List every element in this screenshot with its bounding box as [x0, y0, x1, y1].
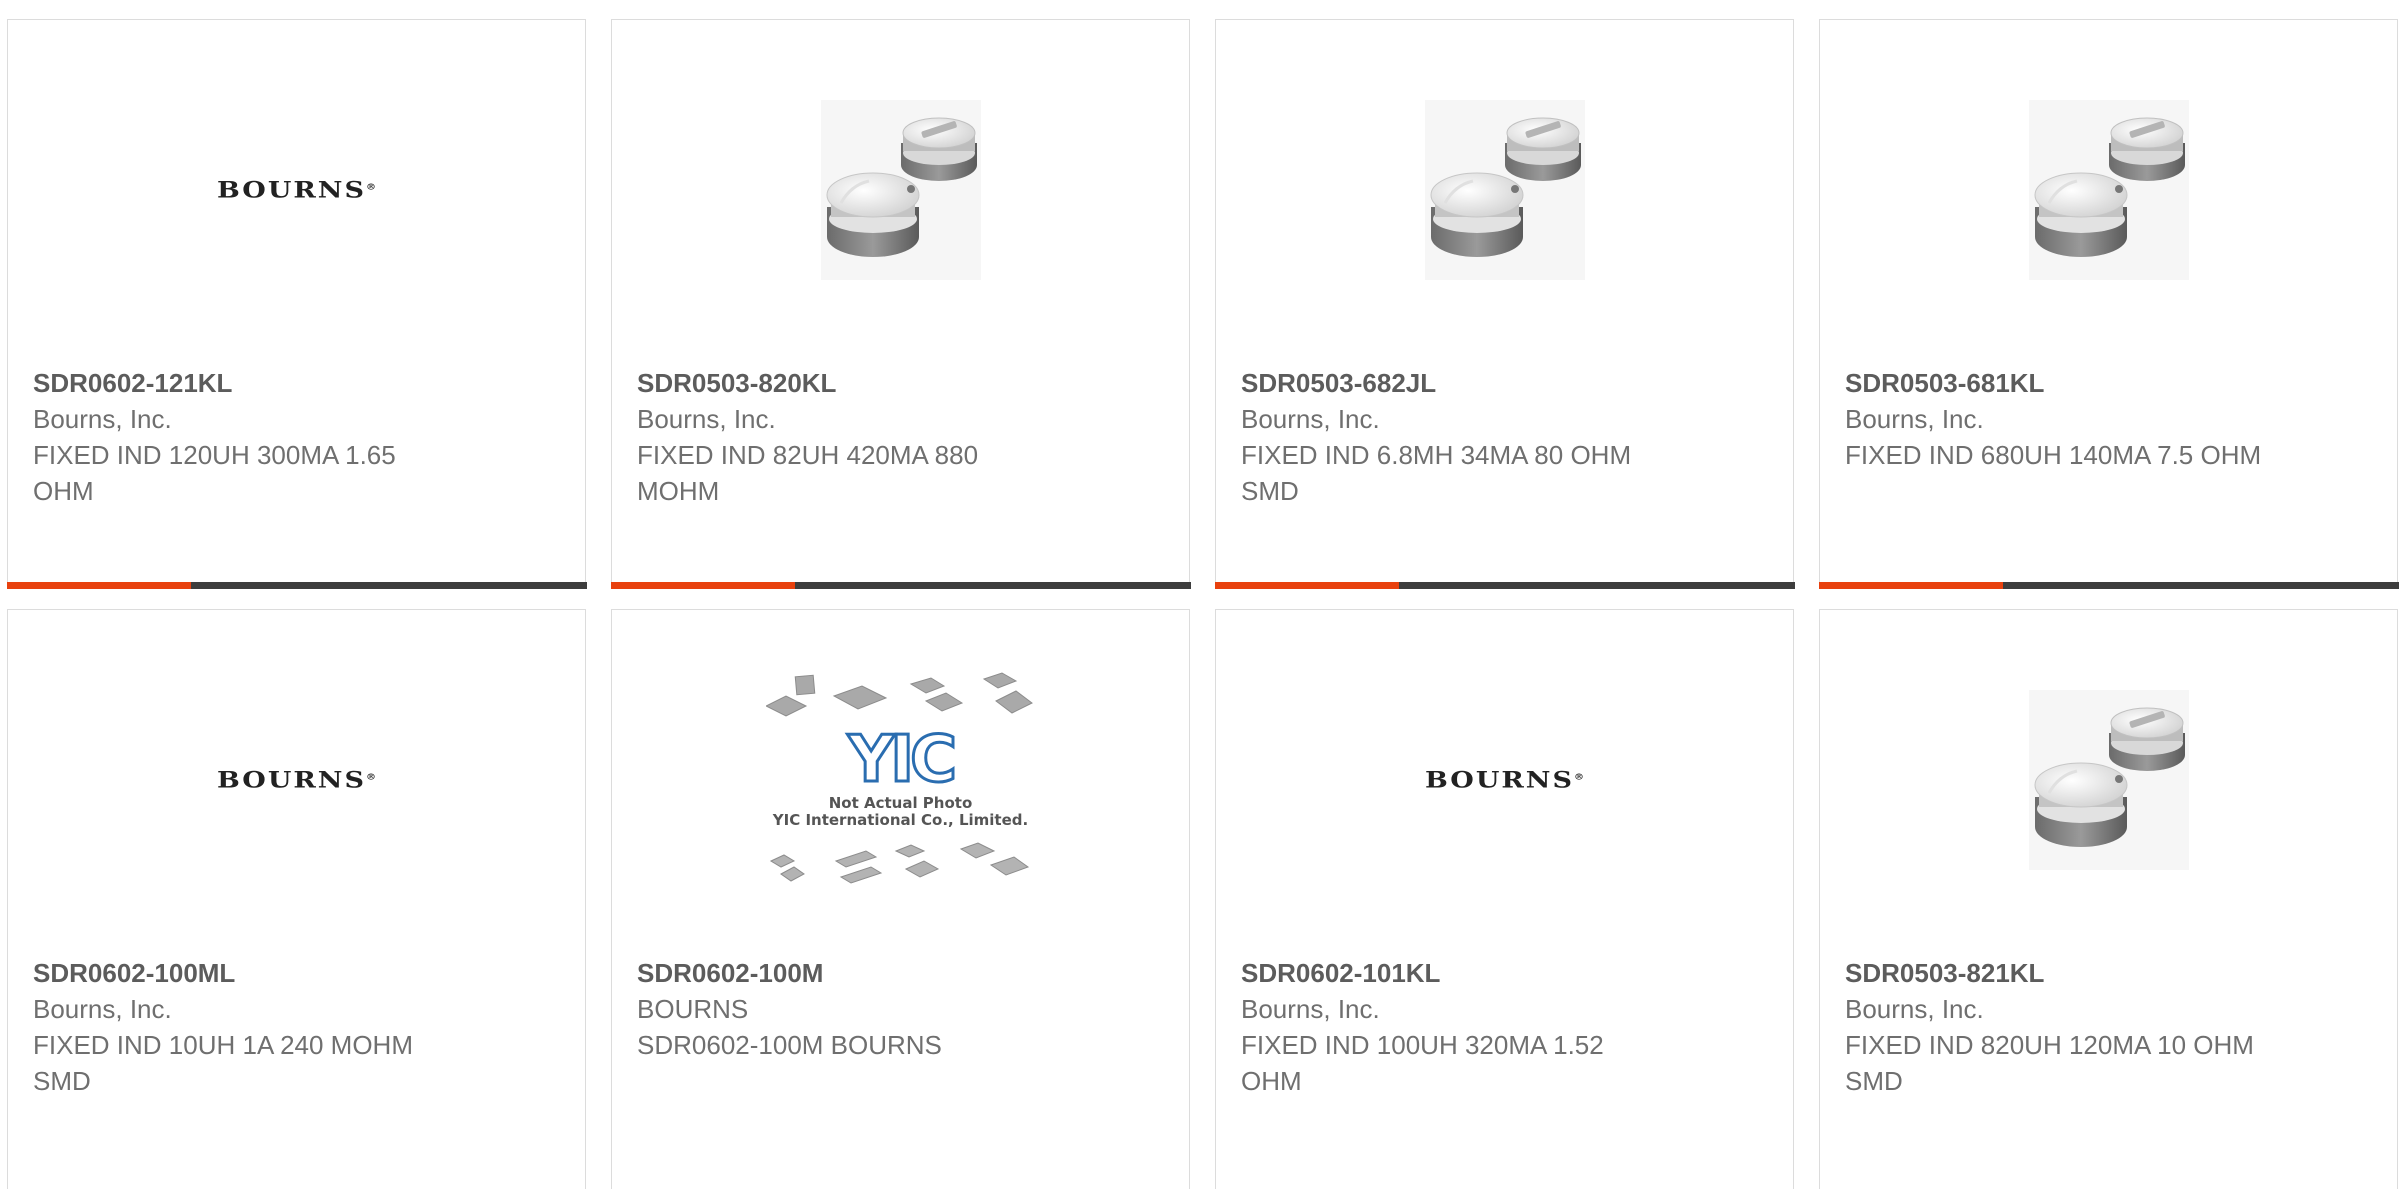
product-card[interactable]: SDR0503-681KL Bourns, Inc. FIXED IND 680UH… — [1818, 19, 2399, 589]
part-number[interactable]: SDR0503-682JL — [1241, 368, 1436, 398]
product-info: SDR0602-100M BOURNS SDR0602-100M BOURNS — [637, 955, 1164, 1063]
product-card[interactable]: YIC Not Actual Photo YIC International C… — [611, 609, 1190, 1189]
card-accent-bar — [1214, 582, 1795, 589]
card-accent-bar — [6, 582, 587, 589]
card-accent-bar — [1818, 582, 2399, 589]
product-info: SDR0503-821KL Bourns, Inc. FIXED IND 820UH… — [1845, 955, 2372, 1099]
product-card[interactable]: SDR0503-682JL Bourns, Inc. FIXED IND 6.8MH… — [1214, 19, 1795, 589]
description: FIXED IND 820UH 120MA 10 OHM SMD — [1845, 1030, 2254, 1096]
product-info: SDR0602-101KL Bourns, Inc. FIXED IND 100UH… — [1241, 955, 1768, 1099]
inductor-photo — [820, 100, 981, 280]
product-info: SDR0503-682JL Bourns, Inc. FIXED IND 6.8MH… — [1241, 365, 1768, 509]
product-info: SDR0503-820KL Bourns, Inc. FIXED IND 82UH … — [637, 365, 1164, 509]
yic-placeholder-image: YIC Not Actual Photo YIC International C… — [765, 671, 1036, 889]
description: FIXED IND 100UH 320MA 1.52 OHM — [1241, 1030, 1604, 1096]
yic-logo: YIC — [846, 723, 958, 797]
manufacturer: Bourns, Inc. — [637, 404, 776, 434]
chip-icons-top — [765, 672, 1033, 717]
product-info: SDR0602-100ML Bourns, Inc. FIXED IND 10UH … — [33, 955, 560, 1099]
part-number[interactable]: SDR0602-121KL — [33, 368, 232, 398]
product-card[interactable]: BOURNS® SDR0602-101KL Bourns, Inc. FIXED I… — [1215, 609, 1794, 1189]
part-number[interactable]: SDR0602-100ML — [33, 958, 235, 988]
product-info: SDR0602-121KL Bourns, Inc. FIXED IND 120UH… — [33, 365, 560, 509]
part-number[interactable]: SDR0503-821KL — [1845, 958, 2044, 988]
product-image[interactable] — [1820, 610, 2397, 950]
part-number[interactable]: SDR0503-820KL — [637, 368, 836, 398]
manufacturer: Bourns, Inc. — [1241, 994, 1380, 1024]
inductor-photo — [2028, 100, 2189, 280]
manufacturer: Bourns, Inc. — [1845, 404, 1984, 434]
description: SDR0602-100M BOURNS — [637, 1030, 942, 1060]
description: FIXED IND 120UH 300MA 1.65 OHM — [33, 440, 396, 506]
manufacturer: BOURNS — [637, 994, 749, 1024]
product-card[interactable]: BOURNS® SDR0602-100ML Bourns, Inc. FIXED I… — [7, 609, 586, 1189]
product-card[interactable]: SDR0503-820KL Bourns, Inc. FIXED IND 82UH … — [610, 19, 1191, 589]
description: FIXED IND 680UH 140MA 7.5 OHM — [1845, 440, 2262, 470]
product-image[interactable] — [1216, 20, 1793, 360]
part-number[interactable]: SDR0503-681KL — [1845, 368, 2044, 398]
manufacturer: Bourns, Inc. — [1241, 404, 1380, 434]
product-card[interactable]: SDR0503-821KL Bourns, Inc. FIXED IND 820UH… — [1819, 609, 2398, 1189]
product-grid: BOURNS® SDR0602-121KL Bourns, Inc. FIXED I… — [0, 0, 2400, 1189]
product-image[interactable]: BOURNS® — [1216, 610, 1793, 950]
inductor-photo — [2028, 690, 2189, 870]
yic-caption-1: Not Actual Photo — [828, 794, 973, 812]
description: FIXED IND 10UH 1A 240 MOHM SMD — [33, 1030, 413, 1096]
product-image[interactable]: BOURNS® — [8, 610, 585, 950]
card-accent-bar — [610, 582, 1191, 589]
product-image[interactable] — [1820, 20, 2397, 360]
description: FIXED IND 6.8MH 34MA 80 OHM SMD — [1241, 440, 1632, 506]
inductor-photo — [1424, 100, 1585, 280]
part-number[interactable]: SDR0602-101KL — [1241, 958, 1440, 988]
product-info: SDR0503-681KL Bourns, Inc. FIXED IND 680UH… — [1845, 365, 2372, 473]
product-image[interactable]: YIC Not Actual Photo YIC International C… — [612, 610, 1189, 950]
yic-caption-2: YIC International Co., Limited. — [772, 811, 1029, 829]
bourns-logo: BOURNS® — [1424, 767, 1584, 793]
bourns-logo: BOURNS® — [216, 177, 376, 203]
manufacturer: Bourns, Inc. — [33, 404, 172, 434]
product-card[interactable]: BOURNS® SDR0602-121KL Bourns, Inc. FIXED I… — [6, 19, 587, 589]
part-number[interactable]: SDR0602-100M — [637, 958, 823, 988]
manufacturer: Bourns, Inc. — [1845, 994, 1984, 1024]
chip-icons-bottom — [769, 842, 1029, 884]
bourns-logo: BOURNS® — [216, 767, 376, 793]
description: FIXED IND 82UH 420MA 880 MOHM — [637, 440, 979, 506]
product-image[interactable]: BOURNS® — [8, 20, 585, 360]
manufacturer: Bourns, Inc. — [33, 994, 172, 1024]
product-image[interactable] — [612, 20, 1189, 360]
